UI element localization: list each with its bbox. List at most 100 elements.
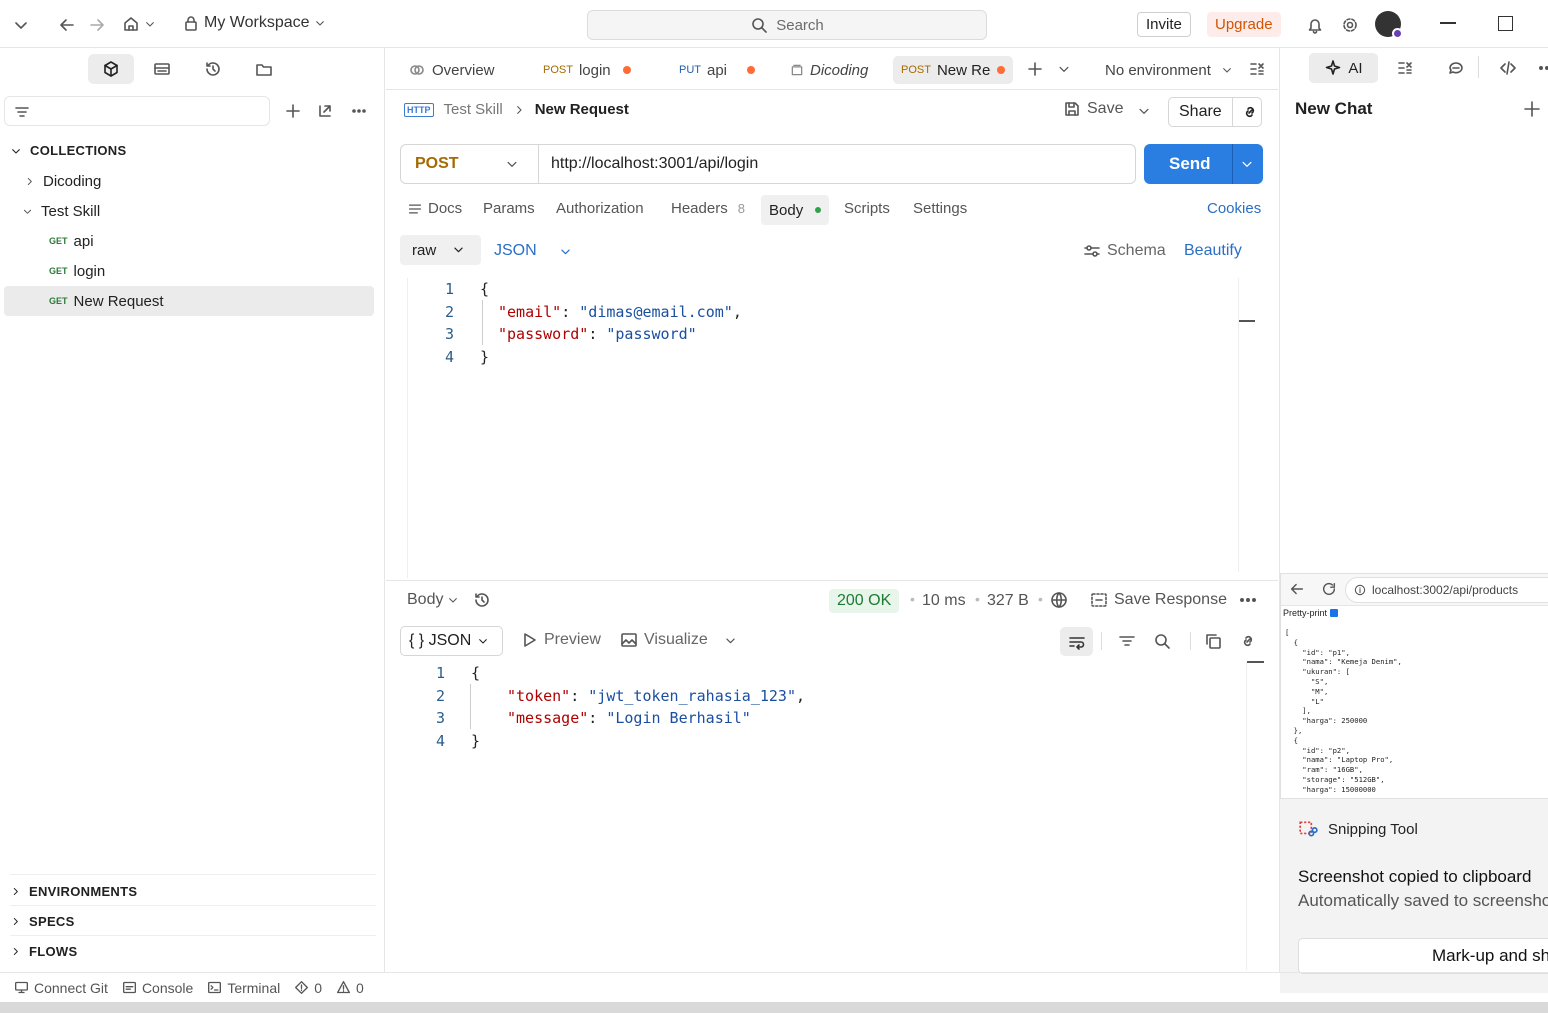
method-select[interactable]: POST	[401, 145, 539, 183]
body-type-select[interactable]: JSON	[494, 242, 572, 260]
workspace-name: My Workspace	[204, 14, 310, 31]
forward-arrow-icon[interactable]	[88, 16, 106, 34]
history-icon[interactable]	[473, 591, 491, 609]
send-button[interactable]: Send	[1144, 144, 1263, 184]
pretty-print-toggle[interactable]: Pretty-print	[1283, 608, 1339, 618]
history-tool-button[interactable]	[190, 54, 236, 84]
ai-button[interactable]: AI	[1309, 53, 1378, 83]
beautify-button[interactable]: Beautify	[1184, 242, 1242, 260]
chevron-down-icon[interactable]	[1240, 157, 1254, 171]
status-badge[interactable]: 200 OK	[829, 589, 900, 613]
chevron-down-icon[interactable]	[724, 634, 737, 647]
tab-authorization[interactable]: Authorization	[556, 200, 644, 217]
import-icon[interactable]	[316, 102, 334, 120]
tab-overview[interactable]: Overview	[408, 56, 495, 84]
tab-body[interactable]: Body	[761, 195, 830, 225]
collections-tool-button[interactable]	[88, 54, 134, 84]
bell-icon[interactable]	[1306, 16, 1324, 34]
console-button[interactable]: Console	[122, 980, 193, 996]
response-format-select[interactable]: { } JSON	[400, 626, 503, 656]
scrollbar-thumb[interactable]	[1247, 661, 1264, 663]
collection-filter-input[interactable]	[4, 96, 270, 126]
more-options-icon[interactable]	[1538, 59, 1548, 77]
comment-icon[interactable]	[1447, 59, 1465, 77]
browser-address-bar[interactable]: localhost:3002/api/products	[1345, 577, 1548, 603]
plus-icon[interactable]	[1026, 60, 1044, 78]
body-mode-select[interactable]: raw	[400, 235, 481, 265]
response-time[interactable]: 10 ms	[922, 592, 966, 610]
home-button[interactable]	[122, 15, 156, 33]
wrap-lines-button[interactable]	[1060, 627, 1093, 656]
minimize-icon[interactable]	[1440, 22, 1456, 24]
maximize-icon[interactable]	[1498, 16, 1513, 31]
tree-request-login[interactable]: GET login	[4, 256, 374, 286]
chevron-down-icon[interactable]	[1057, 62, 1071, 76]
upgrade-button[interactable]: Upgrade	[1207, 12, 1281, 37]
snipping-notification[interactable]: Snipping Tool Screenshot copied to clipb…	[1280, 798, 1548, 993]
new-chat-plus-icon[interactable]	[1523, 100, 1541, 118]
chevron-down-icon[interactable]	[12, 16, 30, 34]
gear-icon[interactable]	[1341, 16, 1359, 34]
link-icon[interactable]	[1239, 632, 1257, 650]
connect-git-button[interactable]: Connect Git	[14, 980, 108, 996]
more-options-icon[interactable]	[350, 102, 368, 120]
warnings-indicator[interactable]: 0	[336, 980, 364, 996]
back-arrow-icon[interactable]	[1289, 581, 1305, 597]
tree-folder-dicoding[interactable]: Dicoding	[4, 166, 374, 196]
invite-button[interactable]: Invite	[1137, 12, 1191, 37]
response-body-select[interactable]: Body	[407, 591, 459, 609]
environments-tool-button[interactable]	[139, 54, 185, 84]
tab-put-api[interactable]: PUT api	[679, 56, 756, 84]
more-options-icon[interactable]	[1239, 591, 1257, 609]
back-arrow-icon[interactable]	[58, 16, 76, 34]
tab-docs[interactable]: Docs	[408, 200, 462, 217]
plus-icon[interactable]	[284, 102, 302, 120]
tab-dicoding[interactable]: Dicoding	[790, 56, 868, 84]
markup-button[interactable]: Mark-up and sh	[1298, 938, 1548, 974]
response-size[interactable]: 327 B	[987, 592, 1029, 610]
terminal-button[interactable]: Terminal	[207, 980, 280, 996]
collections-header[interactable]: COLLECTIONS	[10, 143, 126, 158]
reload-icon[interactable]	[1321, 581, 1337, 597]
variables-icon[interactable]	[1396, 59, 1414, 77]
search-icon[interactable]	[1153, 632, 1171, 650]
tree-request-api[interactable]: GET api	[4, 226, 374, 256]
environment-quicklook-icon[interactable]	[1248, 60, 1266, 78]
tab-post-new-request[interactable]: POST New Rec	[893, 56, 1013, 84]
files-tool-button[interactable]	[241, 54, 287, 84]
tab-scripts[interactable]: Scripts	[844, 200, 890, 217]
flows-section[interactable]: FLOWS	[10, 944, 77, 959]
tab-settings[interactable]: Settings	[913, 200, 967, 217]
search-icon	[750, 16, 768, 34]
cookies-link[interactable]: Cookies	[1207, 200, 1261, 217]
workspace-selector[interactable]: My Workspace	[182, 14, 326, 32]
environment-selector[interactable]: No environment	[1105, 56, 1233, 84]
schema-button[interactable]: Schema	[1083, 242, 1166, 260]
save-response-button[interactable]: Save Response	[1090, 591, 1227, 609]
visualize-button[interactable]: Visualize	[620, 631, 708, 649]
filter-icon[interactable]	[1118, 632, 1136, 650]
search-input[interactable]: Search	[587, 10, 987, 40]
tree-folder-test-skill[interactable]: Test Skill	[4, 196, 374, 226]
tab-headers[interactable]: Headers 8	[671, 200, 745, 217]
globe-icon[interactable]	[1050, 591, 1068, 609]
breadcrumb-parent[interactable]: Test Skill	[444, 101, 503, 118]
save-options-chevron-icon[interactable]	[1137, 104, 1151, 118]
tab-params[interactable]: Params	[483, 200, 535, 217]
pane-divider[interactable]	[386, 580, 1278, 581]
code-icon[interactable]	[1499, 59, 1517, 77]
specs-section[interactable]: SPECS	[10, 914, 75, 929]
tree-request-new-request[interactable]: GET New Request	[4, 286, 374, 316]
avatar[interactable]	[1375, 11, 1403, 39]
url-input[interactable]: http://localhost:3001/api/login	[551, 155, 758, 173]
breadcrumb-current[interactable]: New Request	[535, 101, 629, 118]
copy-icon[interactable]	[1204, 632, 1222, 650]
share-button[interactable]: Share	[1168, 97, 1262, 127]
unsaved-dot	[622, 66, 631, 74]
errors-indicator[interactable]: 0	[294, 980, 322, 996]
scrollbar-thumb[interactable]	[1239, 320, 1255, 322]
preview-button[interactable]: Preview	[520, 631, 601, 649]
environments-section[interactable]: ENVIRONMENTS	[10, 884, 137, 899]
save-button[interactable]: Save	[1063, 100, 1123, 118]
tab-post-login[interactable]: POST login	[543, 56, 631, 84]
